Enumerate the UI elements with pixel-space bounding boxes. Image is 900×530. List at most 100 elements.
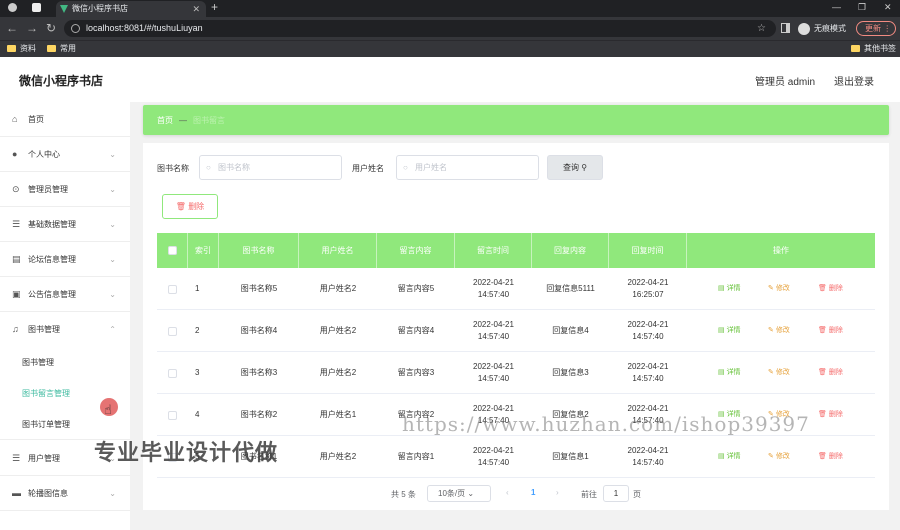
time-cell: 2022-04-21 14:57:40	[473, 362, 514, 383]
update-button[interactable]: 更新 ⋮	[856, 21, 896, 36]
sidebar-item-label: 用户管理	[28, 454, 60, 463]
row-select-cell	[157, 352, 188, 394]
incognito-indicator[interactable]: 无痕模式	[798, 20, 846, 37]
book-name-cell: 图书名称3	[240, 368, 278, 377]
column-header[interactable]: 留言时间	[455, 233, 532, 268]
sidebar-item-carousel[interactable]: ▬ 轮播图信息 ⌄	[0, 476, 130, 511]
chevron-down-icon: ⌄	[467, 489, 475, 498]
column-header[interactable]: 回复内容	[532, 233, 609, 268]
row-checkbox[interactable]	[168, 410, 177, 420]
reply-cell: 回复信息4	[552, 326, 589, 335]
actions-cell: ▤ 详情 ✎ 修改 🗑 删除	[687, 310, 875, 352]
edit-button[interactable]: ✎ 修改	[768, 367, 790, 377]
site-info-icon[interactable]	[71, 24, 80, 33]
tab-search-icon[interactable]	[32, 3, 41, 12]
logout-link[interactable]: 退出登录	[834, 73, 874, 88]
column-header[interactable]: 图书名称	[219, 233, 299, 268]
minimize-icon[interactable]: —	[832, 2, 841, 12]
detail-button[interactable]: ▤ 详情	[718, 451, 741, 461]
browser-tab-strip: 微信小程序书店 ✕ + — ❐ ✕	[0, 0, 900, 17]
select-all-checkbox[interactable]	[168, 246, 177, 255]
column-header[interactable]: 用户姓名	[299, 233, 377, 268]
page-number-current[interactable]: 1	[531, 488, 535, 497]
user-name-input[interactable]: ○ 用户姓名	[396, 155, 539, 180]
user-name-cell: 用户姓名2	[319, 368, 357, 377]
delete-label: 删除	[828, 369, 843, 376]
book-name-input[interactable]: ○ 图书名称	[199, 155, 342, 180]
next-page-button[interactable]: ›	[556, 488, 559, 497]
browser-menu-icon[interactable]	[8, 3, 17, 12]
detail-button[interactable]: ▤ 详情	[718, 283, 741, 293]
column-header[interactable]: 索引	[188, 233, 219, 268]
sidebar-item-profile[interactable]: ● 个人中心 ⌄	[0, 137, 130, 172]
edit-button[interactable]: ✎ 修改	[768, 283, 790, 293]
detail-label: 详情	[726, 327, 741, 334]
column-header[interactable]: 留言内容	[377, 233, 455, 268]
edit-button[interactable]: ✎ 修改	[768, 451, 790, 461]
window-close-icon[interactable]: ✕	[884, 2, 892, 13]
breadcrumb-separator: —	[179, 116, 187, 125]
sidebar-item-basic-data[interactable]: ☰ 基础数据管理 ⌄	[0, 207, 130, 242]
folder-icon	[47, 45, 56, 52]
delete-button[interactable]: 🗑 删除	[818, 409, 843, 419]
select-all-cell	[157, 233, 188, 268]
sidebar-item-forum[interactable]: ▤ 论坛信息管理 ⌄	[0, 242, 130, 277]
url-input[interactable]: localhost:8081/#/tushuLiuyan ☆	[64, 20, 776, 37]
reload-icon[interactable]: ↻	[46, 21, 56, 35]
chevron-down-icon: ⌄	[109, 489, 116, 498]
breadcrumb-home[interactable]: 首页	[157, 116, 173, 125]
query-button[interactable]: 查询 ⚲	[547, 155, 603, 180]
sidebar-sub-books[interactable]: 图书管理	[0, 347, 130, 378]
sidebar-item-books[interactable]: ♫ 图书管理 ⌃	[0, 312, 130, 347]
bookmark-star-icon[interactable]: ☆	[757, 20, 766, 37]
index-cell: 4	[195, 410, 200, 419]
chevron-down-icon: ⌄	[109, 150, 116, 159]
close-tab-icon[interactable]: ✕	[192, 1, 200, 17]
restore-icon[interactable]: ❐	[858, 2, 866, 13]
folder-icon	[7, 45, 16, 52]
time-cell: 2022-04-21 14:57:40	[473, 278, 514, 299]
bookmarks-bar: 资料 常用 其他书签	[0, 40, 900, 57]
user-name-label: 用户姓名	[352, 164, 384, 173]
chevron-down-icon: ⌄	[109, 290, 116, 299]
column-header[interactable]: 回复时间	[609, 233, 687, 268]
detail-button[interactable]: ▤ 详情	[718, 367, 741, 377]
sidebar-item-home[interactable]: ⌂ 首页	[0, 102, 130, 137]
delete-label: 删除	[828, 327, 843, 334]
delete-button[interactable]: 🗑 删除	[818, 451, 843, 461]
reply-time-cell: 2022-04-21 14:57:40	[627, 362, 669, 383]
edit-label: 修改	[775, 285, 790, 292]
row-checkbox[interactable]	[168, 368, 177, 378]
forward-icon[interactable]: →	[26, 21, 38, 35]
row-checkbox[interactable]	[168, 326, 177, 336]
delete-button[interactable]: 🗑 删除	[818, 325, 843, 335]
detail-button[interactable]: ▤ 详情	[718, 325, 741, 335]
bookmark-folder-changyong[interactable]: 常用	[47, 43, 76, 55]
batch-delete-button[interactable]: 🗑 删除	[162, 194, 218, 219]
back-icon[interactable]: ←	[6, 21, 18, 35]
row-checkbox[interactable]	[168, 284, 177, 294]
index-cell: 2	[195, 326, 200, 335]
delete-button[interactable]: 🗑 删除	[818, 367, 843, 377]
bookmark-folder-ziliao[interactable]: 资料	[7, 43, 36, 55]
delete-button[interactable]: 🗑 删除	[818, 283, 843, 293]
table-row: 3 图书名称3 用户姓名2 留言内容3 2022-04-21 14:57:40 …	[157, 352, 875, 394]
other-bookmarks[interactable]: 其他书签	[851, 43, 896, 55]
delete-label: 删除	[828, 285, 843, 292]
new-tab-icon[interactable]: +	[211, 0, 218, 15]
book-name-cell: 图书名称2	[240, 410, 278, 419]
book-name-label: 图书名称	[157, 164, 189, 173]
user-icon: ●	[12, 149, 18, 159]
side-panel-icon[interactable]	[781, 23, 790, 33]
forum-icon: ▤	[12, 254, 21, 264]
page-size-select[interactable]: 10条/页 ⌄	[427, 485, 491, 502]
incognito-label: 无痕模式	[814, 24, 846, 33]
browser-tab[interactable]: 微信小程序书店 ✕	[56, 1, 206, 17]
edit-button[interactable]: ✎ 修改	[768, 325, 790, 335]
table-header: 索引 图书名称 用户姓名 留言内容 留言时间 回复内容 回复时间 操作	[157, 233, 875, 268]
folder-icon	[851, 45, 860, 52]
sidebar-item-notices[interactable]: ▣ 公告信息管理 ⌄	[0, 277, 130, 312]
sidebar-item-admins[interactable]: ⊙ 管理员管理 ⌄	[0, 172, 130, 207]
prev-page-button[interactable]: ‹	[506, 488, 509, 497]
goto-page-input[interactable]: 1	[603, 485, 629, 502]
